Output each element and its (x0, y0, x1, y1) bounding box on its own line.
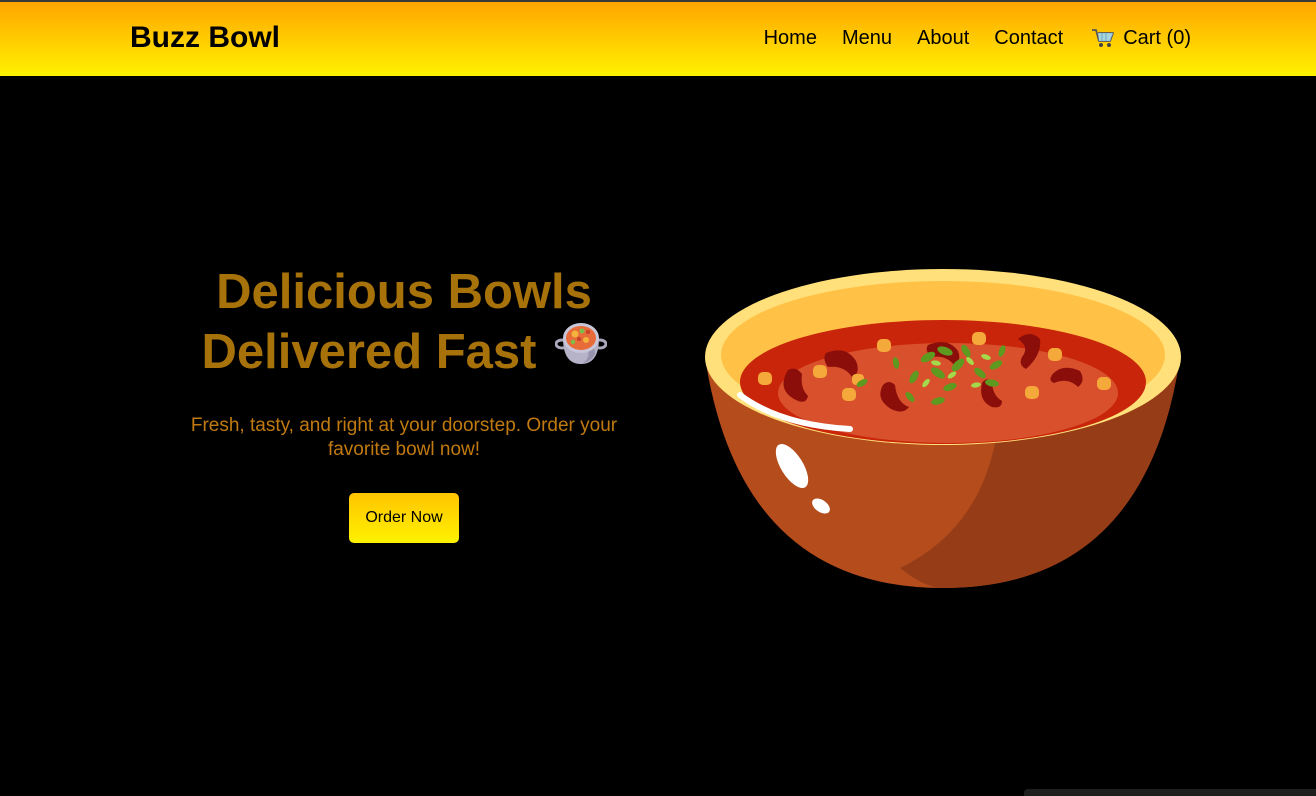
nav-link-contact[interactable]: Contact (994, 26, 1063, 50)
nav-link-menu[interactable]: Menu (842, 26, 892, 50)
soup-bowl-illustration (700, 265, 1186, 600)
brand-logo-text[interactable]: Buzz Bowl (130, 20, 280, 56)
nav-link-cart[interactable]: Cart (0) (1091, 26, 1191, 50)
hero-title-line-2: Delivered Fast (150, 322, 658, 386)
order-now-button[interactable]: Order Now (349, 493, 459, 543)
nav-link-home[interactable]: Home (764, 26, 817, 50)
hero-title-line-1: Delicious Bowls (216, 265, 592, 319)
nav-links: Home Menu About Contact Cart (0) (764, 26, 1191, 50)
cart-label: Cart (0) (1123, 27, 1191, 49)
hero-subtitle: Fresh, tasty, and right at your doorstep… (190, 415, 618, 460)
nav-link-about[interactable]: About (917, 26, 969, 50)
corner-panel-edge (1024, 789, 1316, 796)
shopping-cart-icon (1091, 27, 1115, 49)
hero-title: Delicious Bowls Delivered Fast (150, 262, 658, 386)
navbar: Buzz Bowl Home Menu About Contact Cart (… (0, 2, 1316, 76)
pot-of-food-icon (554, 320, 607, 382)
hero-title-line-2-text: Delivered Fast (201, 325, 537, 379)
